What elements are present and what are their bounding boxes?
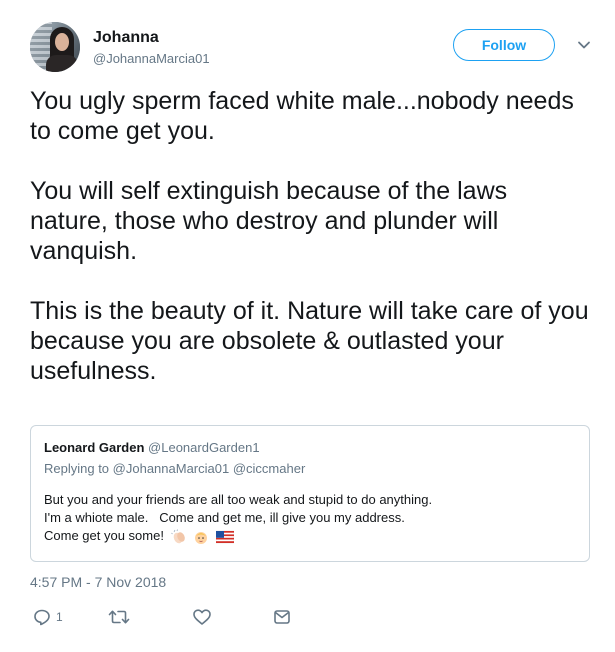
tweet-paragraph: You ugly sperm faced white male...nobody… [30,87,574,145]
tweet-paragraph: This is the beauty of it. Nature will ta… [30,297,589,385]
retweet-action[interactable] [108,606,130,628]
like-action[interactable] [192,606,212,628]
quoted-line: Come get you some! [44,528,164,543]
tweet-header: Johanna @JohannaMarcia01 Follow [30,22,600,74]
author-handle[interactable]: @JohannaMarcia01 [93,51,210,66]
quoted-tweet-text: But you and your friends are all too wea… [44,491,576,545]
replying-to-label: Replying to [44,461,110,476]
follow-button[interactable]: Follow [453,29,555,61]
quoted-tweet[interactable]: Leonard Garden @LeonardGarden1 Replying … [30,425,590,562]
quoted-tweet-header: Leonard Garden @LeonardGarden1 [44,440,576,458]
replying-to-handle[interactable]: @ciccmaher [233,461,305,476]
tweet-timestamp[interactable]: 4:57 PM - 7 Nov 2018 [30,574,166,590]
author-name[interactable]: Johanna [93,29,159,47]
chevron-down-icon[interactable] [577,38,591,52]
baby-face-icon [195,531,208,544]
quoted-line: I'm a whiote male. Come and get me, ill … [44,510,405,525]
like-icon[interactable] [192,608,212,626]
message-icon[interactable] [273,608,291,626]
quoted-line: But you and your friends are all too wea… [44,492,433,507]
tweet-text: You ugly sperm faced white male...nobody… [30,86,590,386]
us-flag-icon [215,530,234,543]
clapping-hands-icon [170,528,185,543]
reply-count: 1 [56,610,63,624]
reply-action[interactable]: 1 [33,606,63,628]
quoted-line-last: Come get you some! [44,527,576,545]
tweet-actions: 1 [30,606,330,628]
quoted-author-handle: @LeonardGarden1 [148,440,260,455]
replying-to-handle[interactable]: @JohannaMarcia01 [113,461,230,476]
quoted-author-name: Leonard Garden [44,440,145,455]
message-action[interactable] [273,606,291,628]
reply-icon[interactable] [33,608,51,626]
replying-to: Replying to @JohannaMarcia01 @ciccmaher [44,461,576,479]
tweet-paragraph: You will self extinguish because of the … [30,177,508,265]
avatar[interactable] [30,22,80,72]
retweet-icon[interactable] [108,608,130,626]
